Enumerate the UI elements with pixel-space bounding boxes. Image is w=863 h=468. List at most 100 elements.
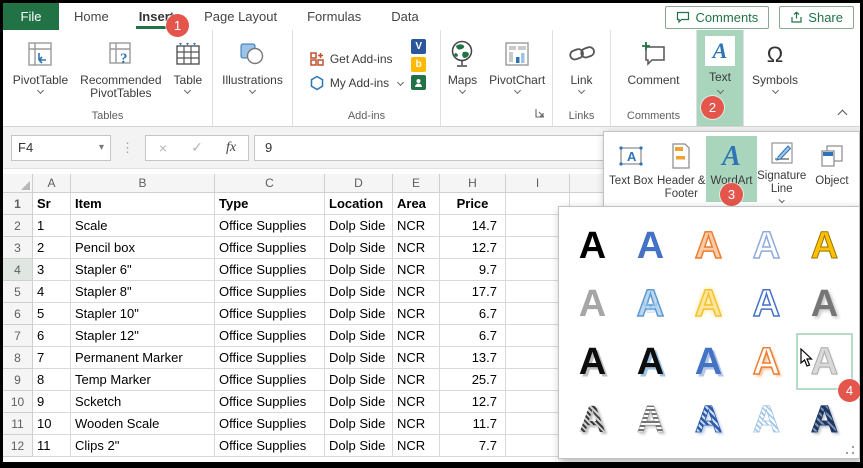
- menu-item-object[interactable]: Object: [807, 136, 857, 202]
- menu-item-signature-line[interactable]: Signature Line: [757, 136, 807, 204]
- row-header[interactable]: 10: [3, 391, 33, 413]
- grid-cell[interactable]: 7: [33, 347, 71, 369]
- name-box-caret-icon[interactable]: ▾: [99, 142, 104, 153]
- grid-cell[interactable]: Scketch: [71, 391, 215, 413]
- row-header[interactable]: 8: [3, 347, 33, 369]
- wordart-style-fill-blue[interactable]: A: [622, 217, 679, 274]
- grid-cell[interactable]: NCR: [393, 347, 440, 369]
- insert-function-button[interactable]: fx: [214, 140, 248, 156]
- illustrations-button[interactable]: Illustrations: [217, 34, 288, 96]
- row-header[interactable]: 12: [3, 435, 33, 457]
- grid-cell[interactable]: 25.7: [440, 369, 506, 391]
- grid-cell[interactable]: Pencil box: [71, 237, 215, 259]
- select-all-corner[interactable]: [3, 174, 33, 193]
- grid-cell[interactable]: Office Supplies: [215, 325, 325, 347]
- wordart-style-orange-outline[interactable]: A: [680, 217, 737, 274]
- grid-cell[interactable]: 12.7: [440, 391, 506, 413]
- grid-cell[interactable]: Dolp Side: [325, 259, 393, 281]
- column-header-e[interactable]: E: [393, 174, 440, 193]
- enter-button[interactable]: ✓: [180, 139, 214, 156]
- grid-cell[interactable]: Office Supplies: [215, 281, 325, 303]
- grid-cell[interactable]: Dolp Side: [325, 215, 393, 237]
- symbols-button[interactable]: Ω Symbols: [747, 34, 803, 96]
- grid-cell[interactable]: Permanent Marker: [71, 347, 215, 369]
- grid-cell[interactable]: Dolp Side: [325, 391, 393, 413]
- collapse-ribbon-button[interactable]: [837, 30, 860, 126]
- bing-addin-icon[interactable]: b: [411, 57, 427, 72]
- my-addins-button[interactable]: My Add-ins: [307, 71, 405, 95]
- tab-home[interactable]: Home: [59, 3, 124, 30]
- grid-cell[interactable]: 5: [33, 303, 71, 325]
- dialog-launcher-icon[interactable]: [535, 107, 545, 123]
- grid-cell[interactable]: Office Supplies: [215, 391, 325, 413]
- grid-cell[interactable]: NCR: [393, 259, 440, 281]
- grid-cell[interactable]: 6.7: [440, 325, 506, 347]
- row-header[interactable]: 1: [3, 193, 33, 215]
- grid-cell[interactable]: 9: [33, 391, 71, 413]
- grid-cell[interactable]: 13.7: [440, 347, 506, 369]
- grid-cell[interactable]: 7.7: [440, 435, 506, 457]
- column-header-c[interactable]: C: [215, 174, 325, 193]
- grid-cell[interactable]: Office Supplies: [215, 347, 325, 369]
- comment-button[interactable]: Comment: [622, 34, 684, 90]
- wordart-style-black-gray-shadow[interactable]: A: [564, 333, 621, 390]
- tab-page-layout[interactable]: Page Layout: [189, 3, 292, 30]
- grid-cell[interactable]: Dolp Side: [325, 325, 393, 347]
- wordart-style-white-blue-outline[interactable]: A: [738, 275, 795, 332]
- resize-handle[interactable]: [845, 445, 854, 454]
- people-addin-icon[interactable]: [411, 75, 427, 90]
- wordart-style-light-blue-outline[interactable]: A: [738, 217, 795, 274]
- grid-cell[interactable]: Stapler 10": [71, 303, 215, 325]
- grid-cell[interactable]: 12.7: [440, 237, 506, 259]
- pivotchart-button[interactable]: PivotChart: [484, 34, 550, 96]
- grid-cell[interactable]: 3: [33, 259, 71, 281]
- grid-cell[interactable]: 9.7: [440, 259, 506, 281]
- row-header[interactable]: 6: [3, 303, 33, 325]
- grid-cell[interactable]: Dolp Side: [325, 369, 393, 391]
- visio-addin-icon[interactable]: V: [411, 39, 427, 54]
- grid-cell[interactable]: 4: [33, 281, 71, 303]
- link-button[interactable]: Link: [562, 34, 602, 96]
- wordart-style-light-blue-hatch-outline[interactable]: A: [738, 391, 795, 448]
- name-box[interactable]: F4 ▾: [11, 134, 111, 161]
- grid-cell[interactable]: NCR: [393, 303, 440, 325]
- grid-cell[interactable]: Wooden Scale: [71, 413, 215, 435]
- grid-cell[interactable]: NCR: [393, 215, 440, 237]
- grid-cell[interactable]: Scale: [71, 215, 215, 237]
- grid-cell[interactable]: Office Supplies: [215, 413, 325, 435]
- grid-cell[interactable]: Location: [325, 193, 393, 215]
- grid-cell[interactable]: NCR: [393, 413, 440, 435]
- grid-cell[interactable]: NCR: [393, 369, 440, 391]
- menu-item-text-box[interactable]: A Text Box: [606, 136, 656, 202]
- wordart-style-blue-hatch[interactable]: A: [680, 391, 737, 448]
- grid-cell[interactable]: Office Supplies: [215, 369, 325, 391]
- grid-cell[interactable]: Temp Marker: [71, 369, 215, 391]
- recommended-pivottables-button[interactable]: ? Recommended PivotTables: [75, 34, 166, 103]
- wordart-style-fill-black[interactable]: A: [564, 217, 621, 274]
- wordart-style-dark-diagonal-hatch[interactable]: A: [564, 391, 621, 448]
- tab-file[interactable]: File: [3, 3, 59, 30]
- grid-cell[interactable]: Office Supplies: [215, 303, 325, 325]
- cancel-button[interactable]: ×: [146, 140, 180, 156]
- grid-cell[interactable]: 8: [33, 369, 71, 391]
- wordart-style-fill-gray[interactable]: A: [564, 275, 621, 332]
- column-header-d[interactable]: D: [325, 174, 393, 193]
- wordart-style-gray-shadow[interactable]: A: [796, 275, 853, 332]
- share-button[interactable]: Share: [779, 6, 854, 29]
- wordart-style-black-blue-shadow[interactable]: A: [622, 333, 679, 390]
- wordart-style-gold-glow[interactable]: A: [680, 275, 737, 332]
- grid-cell[interactable]: Stapler 8": [71, 281, 215, 303]
- grid-cell[interactable]: Office Supplies: [215, 237, 325, 259]
- grid-cell[interactable]: 6.7: [440, 303, 506, 325]
- row-header[interactable]: 5: [3, 281, 33, 303]
- get-addins-button[interactable]: Get Add-ins: [307, 47, 405, 71]
- wordart-style-silver[interactable]: A4: [796, 333, 860, 402]
- grid-cell[interactable]: Dolp Side: [325, 347, 393, 369]
- grid-cell[interactable]: Dolp Side: [325, 413, 393, 435]
- grid-cell[interactable]: Sr: [33, 193, 71, 215]
- tab-formulas[interactable]: Formulas: [292, 3, 376, 30]
- grid-cell[interactable]: NCR: [393, 391, 440, 413]
- comments-button[interactable]: Comments: [665, 6, 770, 29]
- row-header[interactable]: 3: [3, 237, 33, 259]
- grid-cell[interactable]: Office Supplies: [215, 215, 325, 237]
